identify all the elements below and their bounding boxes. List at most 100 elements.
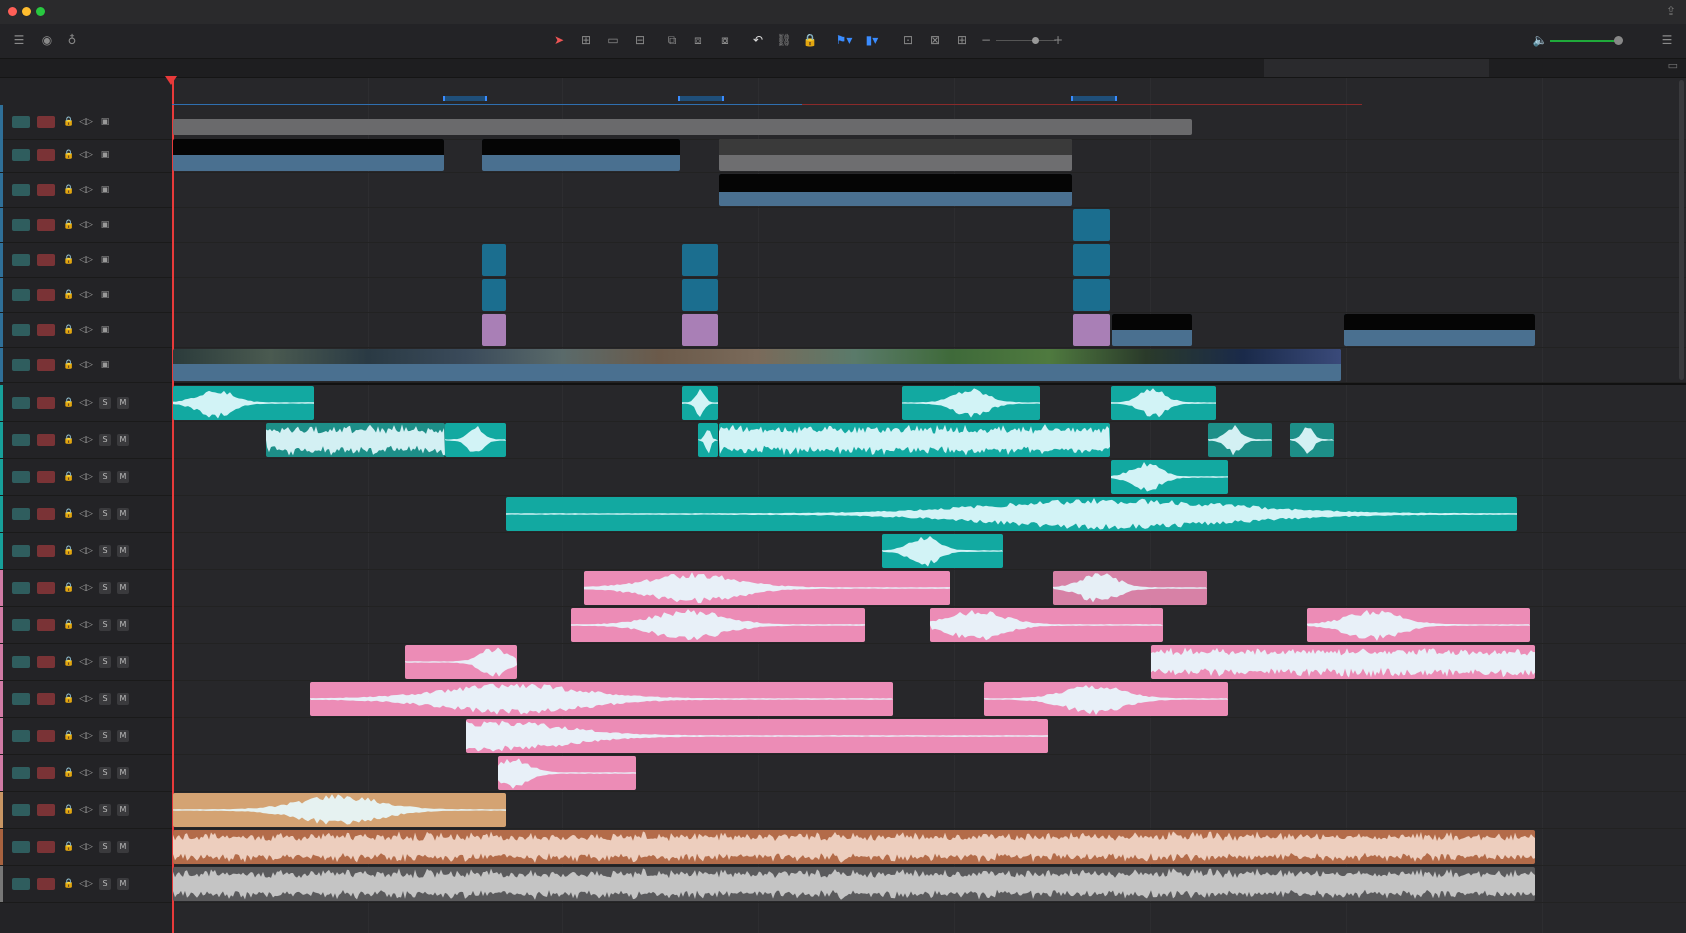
track-record-toggle[interactable]	[37, 397, 55, 409]
position-lock-icon[interactable]: 🔒	[802, 32, 818, 49]
lock-icon[interactable]: 🔒	[62, 358, 76, 372]
track-record-toggle[interactable]	[37, 619, 55, 631]
audio-clip[interactable]	[682, 386, 718, 420]
lock-icon[interactable]: 🔒	[62, 288, 76, 302]
replace-clip-icon[interactable]: ⧇	[714, 32, 736, 49]
solo-button[interactable]: S	[99, 582, 111, 594]
track-record-toggle[interactable]	[37, 878, 55, 890]
audio-clip[interactable]	[571, 608, 865, 642]
track-record-toggle[interactable]	[37, 289, 55, 301]
track-enable-toggle[interactable]	[12, 804, 30, 816]
toggle-track-icon[interactable]: ▣	[98, 323, 112, 337]
close-window-button[interactable]	[8, 7, 17, 16]
track-record-toggle[interactable]	[37, 656, 55, 668]
mute-button[interactable]: M	[117, 804, 129, 816]
marker-icon[interactable]: ▮▾	[862, 32, 882, 49]
linked-selection-icon[interactable]: ⛓	[776, 32, 792, 49]
audio-track-header[interactable]: 🔒 ◁▷ S M	[0, 792, 172, 829]
video-track-header[interactable]: 🔒 ◁▷ ▣	[0, 313, 172, 348]
marker-range[interactable]	[1071, 96, 1117, 101]
video-clip[interactable]	[719, 174, 1072, 206]
auto-select-icon[interactable]: ◁▷	[79, 358, 93, 372]
title-clip[interactable]	[682, 314, 718, 346]
solo-button[interactable]: S	[99, 397, 111, 409]
audio-clip[interactable]	[930, 608, 1163, 642]
auto-select-icon[interactable]: ◁▷	[79, 655, 93, 669]
mute-button[interactable]: M	[117, 841, 129, 853]
solo-button[interactable]: S	[99, 804, 111, 816]
solo-button[interactable]: S	[99, 619, 111, 631]
blade-icon[interactable]: ▭	[603, 32, 623, 49]
solo-button[interactable]: S	[99, 508, 111, 520]
track-enable-toggle[interactable]	[12, 397, 30, 409]
audio-clip[interactable]	[984, 682, 1228, 716]
mute-button[interactable]: M	[117, 767, 129, 779]
auto-select-icon[interactable]: ◁▷	[79, 433, 93, 447]
track-enable-toggle[interactable]	[12, 289, 30, 301]
video-clip[interactable]	[173, 139, 444, 171]
track-enable-toggle[interactable]	[12, 254, 30, 266]
zoom-custom-icon[interactable]: ⊞	[952, 32, 972, 49]
lock-icon[interactable]: 🔒	[62, 803, 76, 817]
zoom-slider-handle[interactable]	[1032, 37, 1039, 44]
audio-track-header[interactable]: 🔒 ◁▷ S M	[0, 866, 172, 903]
track-record-toggle[interactable]	[37, 508, 55, 520]
timeline-area[interactable]	[172, 78, 1686, 933]
track-enable-toggle[interactable]	[12, 582, 30, 594]
adjustment-clip[interactable]	[1073, 209, 1110, 241]
video-track-header[interactable]: 🔒 ◁▷ ▣	[0, 348, 172, 383]
lock-icon[interactable]: 🔒	[62, 115, 76, 129]
track-enable-toggle[interactable]	[12, 219, 30, 231]
track-record-toggle[interactable]	[37, 804, 55, 816]
auto-select-icon[interactable]: ◁▷	[79, 877, 93, 891]
toggle-track-icon[interactable]: ▣	[98, 183, 112, 197]
track-enable-toggle[interactable]	[12, 149, 30, 161]
audio-track-header[interactable]: 🔒 ◁▷ S M	[0, 607, 172, 644]
lock-icon[interactable]: 🔒	[62, 218, 76, 232]
track-enable-toggle[interactable]	[12, 545, 30, 557]
timecode-ruler[interactable]: ▭	[0, 59, 1686, 78]
auto-select-icon[interactable]: ◁▷	[79, 803, 93, 817]
lock-icon[interactable]: 🔒	[62, 840, 76, 854]
lock-icon[interactable]: 🔒	[62, 433, 76, 447]
adjustment-clip[interactable]	[682, 279, 718, 311]
track-enable-toggle[interactable]	[12, 841, 30, 853]
share-icon[interactable]: ⇪	[1666, 4, 1676, 18]
auto-select-icon[interactable]: ◁▷	[79, 840, 93, 854]
auto-select-icon[interactable]: ◁▷	[79, 323, 93, 337]
insert-clip-icon[interactable]: ⧉	[662, 32, 682, 49]
audio-clip[interactable]	[698, 423, 718, 457]
audio-track-header[interactable]: 🔒 ◁▷ S M	[0, 829, 172, 866]
track-record-toggle[interactable]	[37, 359, 55, 371]
audio-clip[interactable]	[1290, 423, 1334, 457]
audio-clip[interactable]	[719, 423, 1110, 457]
solo-button[interactable]: S	[99, 841, 111, 853]
track-enable-toggle[interactable]	[12, 324, 30, 336]
lock-icon[interactable]: 🔒	[62, 766, 76, 780]
solo-button[interactable]: S	[99, 767, 111, 779]
audio-clip[interactable]	[498, 756, 636, 790]
track-enable-toggle[interactable]	[12, 619, 30, 631]
lock-icon[interactable]: 🔒	[62, 253, 76, 267]
audio-track-header[interactable]: 🔒 ◁▷ S M	[0, 385, 172, 422]
auto-select-icon[interactable]: ◁▷	[79, 581, 93, 595]
solo-button[interactable]: S	[99, 471, 111, 483]
track-record-toggle[interactable]	[37, 582, 55, 594]
audio-track-header[interactable]: 🔒 ◁▷ S M	[0, 422, 172, 459]
ruler-options-icon[interactable]: ▭	[1668, 59, 1678, 72]
solo-button[interactable]: S	[99, 656, 111, 668]
lock-icon[interactable]: 🔒	[62, 507, 76, 521]
track-enable-toggle[interactable]	[12, 878, 30, 890]
zoom-full-icon[interactable]: ⊡	[898, 32, 918, 49]
track-record-toggle[interactable]	[37, 471, 55, 483]
mute-button[interactable]: M	[117, 545, 129, 557]
mute-button[interactable]: M	[117, 619, 129, 631]
track-enable-toggle[interactable]	[12, 767, 30, 779]
audio-clip[interactable]	[584, 571, 950, 605]
track-enable-toggle[interactable]	[12, 730, 30, 742]
audio-clip[interactable]	[1111, 460, 1228, 494]
lock-icon[interactable]: 🔒	[62, 470, 76, 484]
track-record-toggle[interactable]	[37, 767, 55, 779]
video-clip[interactable]	[173, 349, 1341, 381]
audio-clip[interactable]	[882, 534, 1003, 568]
